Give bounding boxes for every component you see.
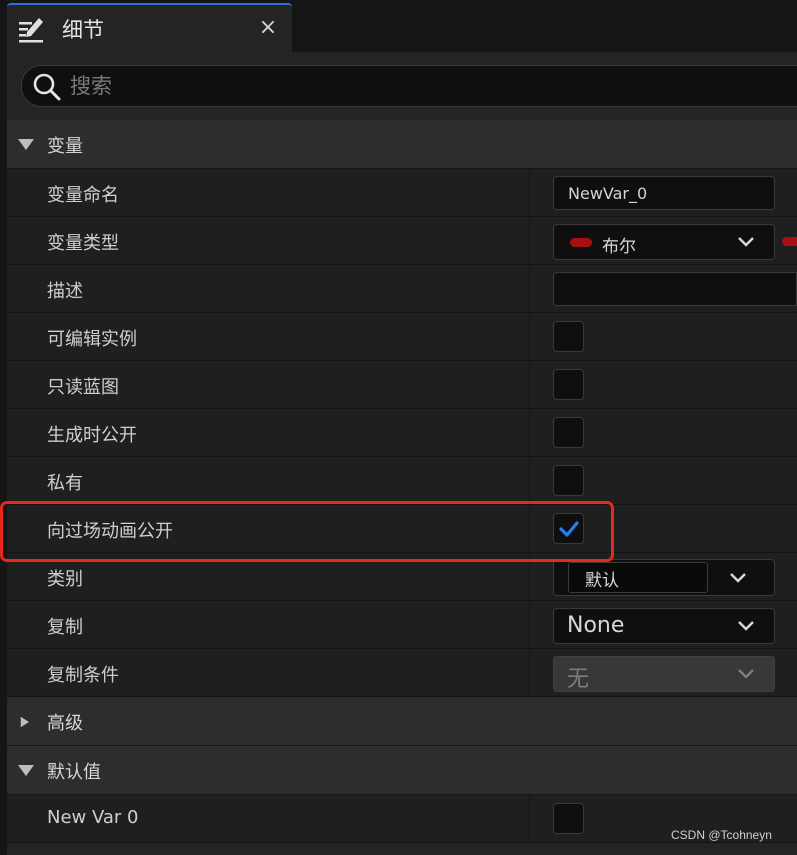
expose-on-spawn-checkbox[interactable] <box>553 417 584 448</box>
instance-editable-checkbox[interactable] <box>553 321 584 352</box>
category-value: 默认 <box>585 571 619 591</box>
column-divider[interactable] <box>529 505 530 553</box>
column-divider[interactable] <box>529 265 530 313</box>
column-divider[interactable] <box>529 457 530 505</box>
property-row-instance-editable: 可编辑实例 <box>7 313 797 361</box>
close-icon[interactable]: × <box>255 14 281 42</box>
property-row-var-name: 变量命名 <box>7 169 797 217</box>
column-divider[interactable] <box>529 649 530 697</box>
replication-condition-value: 无 <box>567 667 590 692</box>
property-row-expose-on-spawn: 生成时公开 <box>7 409 797 457</box>
property-row-replication: 复制 None <box>7 601 797 649</box>
column-divider[interactable] <box>529 361 530 409</box>
watermark: CSDN @Tcohneyn <box>671 828 772 842</box>
caret-down-icon[interactable] <box>18 764 34 778</box>
search-input[interactable] <box>70 70 770 102</box>
checkmark-icon <box>559 521 579 537</box>
expose-to-cinematics-checkbox[interactable] <box>553 513 584 544</box>
container-type-icon[interactable] <box>782 237 797 246</box>
chevron-down-icon <box>738 237 754 247</box>
chevron-down-icon <box>738 621 754 631</box>
new-var-0-checkbox[interactable] <box>553 803 584 834</box>
chevron-down-icon <box>738 669 754 679</box>
property-row-var-type: 变量类型 布尔 <box>7 217 797 265</box>
blueprint-read-only-checkbox[interactable] <box>553 369 584 400</box>
edit-icon <box>19 18 43 43</box>
property-label: 类别 <box>47 569 83 590</box>
property-label: 变量命名 <box>47 185 119 206</box>
var-name-input[interactable] <box>553 176 775 210</box>
tab-details[interactable]: 细节 × <box>7 3 292 52</box>
property-label: 只读蓝图 <box>47 377 119 398</box>
private-checkbox[interactable] <box>553 465 584 496</box>
replication-condition-dropdown: 无 <box>553 656 775 692</box>
search-box[interactable] <box>21 65 797 107</box>
tab-bar: 细节 × <box>0 0 797 52</box>
column-divider[interactable] <box>529 409 530 457</box>
property-label: New Var 0 <box>47 807 139 828</box>
property-label: 可编辑实例 <box>47 329 137 350</box>
category-combo[interactable]: 默认 <box>553 559 775 596</box>
caret-right-icon[interactable] <box>20 714 32 730</box>
property-row-category: 类别 默认 <box>7 553 797 601</box>
category-input[interactable]: 默认 <box>568 562 708 593</box>
property-label: 变量类型 <box>47 233 119 254</box>
caret-down-icon[interactable] <box>18 138 34 152</box>
property-label: 复制条件 <box>47 665 119 686</box>
var-type-dropdown[interactable]: 布尔 <box>553 224 775 260</box>
details-window: 细节 × 变量 变量命名 <box>0 0 797 855</box>
property-row-description: 描述 <box>7 265 797 313</box>
column-divider[interactable] <box>529 795 530 843</box>
replication-dropdown[interactable]: None <box>553 608 775 644</box>
chevron-down-icon[interactable] <box>730 572 746 584</box>
section-default-value[interactable]: 默认值 <box>7 746 797 795</box>
search-icon <box>33 73 61 101</box>
tab-title: 细节 <box>62 18 104 42</box>
property-label: 生成时公开 <box>47 425 137 446</box>
details-panel: 变量 变量命名 变量类型 布尔 描述 <box>7 52 797 855</box>
pin-type-icon <box>570 238 592 247</box>
column-divider[interactable] <box>529 217 530 265</box>
property-label: 向过场动画公开 <box>47 521 173 542</box>
var-type-value: 布尔 <box>602 237 636 257</box>
column-divider[interactable] <box>529 169 530 217</box>
column-divider[interactable] <box>529 313 530 361</box>
section-label: 默认值 <box>47 762 101 783</box>
property-label: 描述 <box>47 281 83 302</box>
search-row <box>7 52 797 120</box>
section-variable[interactable]: 变量 <box>7 120 797 169</box>
property-row-private: 私有 <box>7 457 797 505</box>
property-list: 变量 变量命名 变量类型 布尔 描述 <box>7 120 797 843</box>
property-row-replication-condition: 复制条件 无 <box>7 649 797 697</box>
column-divider[interactable] <box>529 553 530 601</box>
description-input[interactable] <box>553 272 797 306</box>
section-advanced[interactable]: 高级 <box>7 697 797 746</box>
property-row-blueprint-read-only: 只读蓝图 <box>7 361 797 409</box>
property-row-expose-to-cinematics: 向过场动画公开 <box>7 505 797 553</box>
property-label: 复制 <box>47 617 83 638</box>
section-label: 高级 <box>47 713 83 734</box>
column-divider[interactable] <box>529 601 530 649</box>
section-label: 变量 <box>47 136 83 157</box>
replication-value: None <box>567 613 625 638</box>
property-label: 私有 <box>47 473 83 494</box>
